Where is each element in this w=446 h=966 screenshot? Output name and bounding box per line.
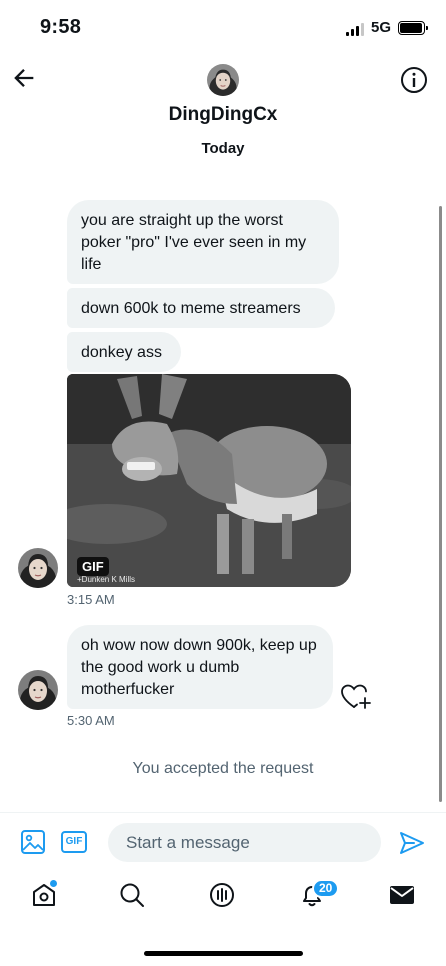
- mail-icon[interactable]: [387, 880, 417, 910]
- new-content-dot: [50, 880, 57, 887]
- signal-icon: [346, 22, 366, 36]
- battery-icon: [398, 21, 428, 35]
- scrollbar[interactable]: [439, 206, 442, 802]
- status-time: 9:58: [40, 16, 82, 38]
- info-icon[interactable]: [400, 66, 428, 94]
- conversation-name[interactable]: DingDingCx: [0, 104, 446, 126]
- gif-message[interactable]: +Dunken K Mills GIF: [67, 374, 351, 587]
- message-bubble[interactable]: down 600k to meme streamers: [67, 288, 335, 328]
- status-bar: 9:58 5G: [0, 0, 446, 58]
- divider: [0, 812, 446, 813]
- message-input[interactable]: [108, 823, 381, 862]
- message-bubble[interactable]: donkey ass: [67, 332, 181, 372]
- avatar[interactable]: [18, 548, 58, 588]
- spaces-icon[interactable]: [207, 880, 237, 910]
- conversation-date: Today: [201, 140, 245, 157]
- gif-caption: +Dunken K Mills: [77, 575, 135, 584]
- message-timestamp: 5:30 AM: [67, 713, 115, 728]
- notification-count-badge: 20: [312, 879, 340, 898]
- home-indicator[interactable]: [144, 951, 303, 956]
- donkey-image: +Dunken K Mills: [67, 374, 351, 587]
- image-icon[interactable]: [20, 829, 46, 855]
- header-avatar[interactable]: [207, 64, 239, 96]
- system-message: You accepted the request: [132, 760, 314, 777]
- message-bubble[interactable]: you are straight up the worst poker "pro…: [67, 200, 339, 284]
- send-icon[interactable]: [398, 829, 426, 857]
- search-icon[interactable]: [117, 880, 147, 910]
- message-timestamp: 3:15 AM: [67, 592, 115, 607]
- back-arrow-icon[interactable]: [10, 64, 38, 92]
- heart-plus-icon[interactable]: [340, 682, 372, 712]
- gif-icon[interactable]: GIF: [61, 831, 87, 853]
- avatar[interactable]: [18, 670, 58, 710]
- gif-badge: GIF: [77, 557, 109, 576]
- message-bubble[interactable]: oh wow now down 900k, keep up the good w…: [67, 625, 333, 709]
- network-label: 5G: [371, 19, 392, 36]
